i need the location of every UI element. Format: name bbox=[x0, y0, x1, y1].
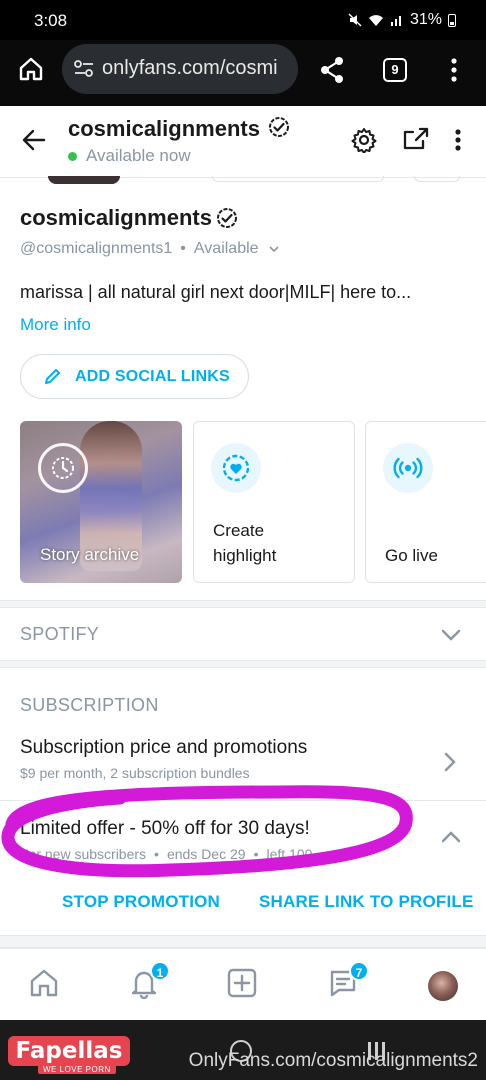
offer-title: Limited offer - 50% off for 30 days! bbox=[20, 818, 310, 839]
subscription-title: SUBSCRIPTION bbox=[20, 695, 159, 715]
separator-dot: • bbox=[253, 846, 259, 862]
notifications-badge: 1 bbox=[150, 961, 170, 981]
status-indicators: 31% bbox=[348, 11, 456, 29]
bottom-nav: 1 7 bbox=[0, 948, 486, 1020]
section-divider bbox=[0, 660, 486, 668]
settings-gear-icon[interactable] bbox=[351, 127, 377, 153]
messages-badge: 7 bbox=[349, 961, 369, 981]
add-social-links-label: ADD SOCIAL LINKS bbox=[75, 367, 230, 385]
signal-icon bbox=[390, 16, 401, 26]
home-icon bbox=[30, 969, 58, 997]
watermark-tagline: WE LOVE PORN bbox=[38, 1065, 116, 1074]
profile-bio: marissa | all natural girl next door|MIL… bbox=[20, 282, 412, 302]
wifi-icon bbox=[368, 15, 383, 26]
icon-button-edge bbox=[414, 176, 460, 182]
url-text: onlyfans.com/cosmi bbox=[102, 57, 278, 79]
nav-messages[interactable]: 7 bbox=[323, 961, 369, 1003]
section-divider bbox=[0, 600, 486, 608]
availability-dropdown[interactable]: Available bbox=[194, 240, 279, 258]
status-time: 3:08 bbox=[34, 11, 68, 30]
browser-toolbar: onlyfans.com/cosmi 9 bbox=[0, 40, 486, 106]
pencil-icon bbox=[45, 368, 60, 384]
watermark-logo-text: Fapellas bbox=[8, 1036, 130, 1066]
mute-icon bbox=[348, 13, 362, 27]
android-nav-bar: Fapellas WE LOVE PORN OnlyFans.com/cosmi… bbox=[0, 1020, 486, 1080]
share-icon[interactable] bbox=[319, 56, 345, 84]
profile-handle: @cosmicalignments1 bbox=[20, 240, 173, 257]
share-profile-icon[interactable] bbox=[402, 126, 430, 152]
home-icon[interactable] bbox=[18, 56, 44, 82]
edit-button-edge bbox=[212, 176, 384, 182]
online-indicator bbox=[68, 151, 77, 161]
availability-label: Available bbox=[193, 240, 259, 257]
profile-more-icon[interactable] bbox=[454, 128, 462, 152]
battery-percent: 31% bbox=[409, 11, 442, 28]
highlight-heart-icon bbox=[211, 443, 261, 493]
plus-square-icon bbox=[227, 968, 257, 998]
avatar[interactable] bbox=[428, 971, 458, 1001]
battery-icon bbox=[448, 13, 456, 27]
spotify-section[interactable]: SPOTIFY bbox=[0, 608, 486, 660]
go-live-label: Go live bbox=[385, 546, 438, 565]
tab-switcher-button[interactable]: 9 bbox=[383, 58, 407, 82]
highlights-row: Story archive Create highlight Go live bbox=[20, 421, 486, 583]
site-settings-icon[interactable] bbox=[74, 60, 94, 78]
url-bar[interactable]: onlyfans.com/cosmi bbox=[62, 44, 298, 94]
row-divider bbox=[0, 800, 486, 801]
story-archive-card[interactable]: Story archive bbox=[20, 421, 182, 583]
profile-name: cosmicalignments bbox=[20, 205, 238, 231]
header-username: cosmicalignments bbox=[68, 116, 260, 141]
create-highlight-line2: highlight bbox=[213, 546, 277, 565]
separator-dot: • bbox=[180, 240, 186, 257]
verified-badge-icon bbox=[269, 117, 290, 137]
subscription-price-subtitle: $9 per month, 2 subscription bundles bbox=[20, 765, 250, 781]
chevron-down-icon bbox=[269, 246, 279, 253]
create-highlight-line1: Create bbox=[213, 521, 265, 540]
spotify-title: SPOTIFY bbox=[20, 624, 100, 644]
verified-badge-icon bbox=[216, 208, 237, 228]
subscription-price-title: Subscription price and promotions bbox=[20, 737, 308, 758]
profile-header: cosmicalignments Available now bbox=[0, 106, 486, 178]
back-arrow-icon[interactable] bbox=[22, 128, 46, 152]
avatar-edge bbox=[48, 176, 120, 184]
handle-line: @cosmicalignments1 • Available bbox=[20, 240, 279, 258]
stop-promotion-button[interactable]: STOP PROMOTION bbox=[62, 892, 220, 912]
status-bar: 3:08 31% bbox=[0, 0, 486, 40]
share-link-to-profile-button[interactable]: SHARE LINK TO PROFILE bbox=[259, 892, 474, 912]
create-highlight-card[interactable]: Create highlight bbox=[193, 421, 355, 583]
story-archive-icon bbox=[38, 443, 88, 493]
more-vertical-icon[interactable] bbox=[450, 57, 458, 83]
header-status: Available now bbox=[68, 146, 191, 166]
profile-name-text: cosmicalignments bbox=[20, 205, 212, 230]
offer-audience: For new subscribers bbox=[20, 846, 147, 862]
chevron-down-icon bbox=[441, 629, 461, 641]
header-status-text: Available now bbox=[86, 146, 191, 165]
story-archive-label: Story archive bbox=[40, 545, 140, 564]
separator-dot: • bbox=[154, 846, 159, 862]
offer-ends: ends Dec 29 bbox=[166, 846, 246, 862]
offer-details: For new subscribers • ends Dec 29 • left 100 bbox=[20, 846, 312, 862]
more-info-link[interactable]: More info bbox=[20, 315, 91, 335]
chevron-up-icon[interactable] bbox=[441, 831, 461, 843]
live-broadcast-icon bbox=[383, 443, 433, 493]
watermark-logo: Fapellas WE LOVE PORN bbox=[8, 1036, 130, 1076]
section-divider bbox=[0, 935, 486, 948]
add-social-links-button[interactable]: ADD SOCIAL LINKS bbox=[20, 354, 249, 399]
chevron-right-icon bbox=[444, 752, 456, 772]
watermark-url: OnlyFans.com/cosmicalignments2 bbox=[188, 1050, 478, 1071]
offer-left: left 100 bbox=[266, 846, 313, 862]
header-title: cosmicalignments bbox=[68, 116, 290, 142]
nav-home[interactable] bbox=[24, 963, 64, 1003]
go-live-card[interactable]: Go live bbox=[365, 421, 486, 583]
nav-add-post[interactable] bbox=[222, 963, 262, 1003]
nav-notifications[interactable]: 1 bbox=[124, 961, 170, 1003]
